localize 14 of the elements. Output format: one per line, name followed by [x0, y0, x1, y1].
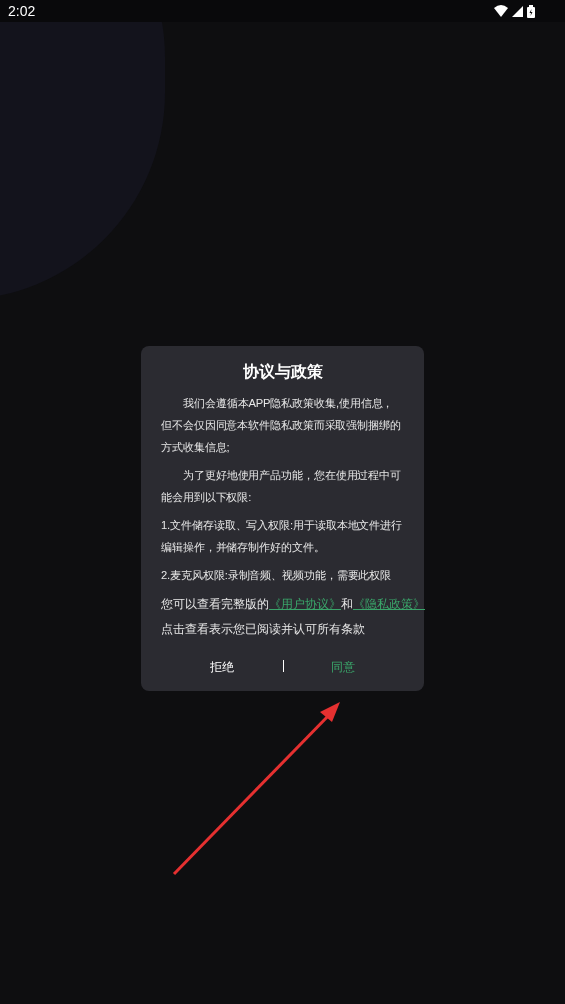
policy-paragraph: 为了更好地使用产品功能，您在使用过程中可能会用到以下权限: — [161, 468, 402, 505]
dialog-title: 协议与政策 — [241, 362, 324, 382]
user-agreement-link[interactable]: 《用户协议》 — [269, 598, 341, 610]
wifi-icon — [494, 5, 508, 17]
battery-icon — [527, 4, 535, 18]
policy-paragraph: 1.文件储存读取、写入权限:用于读取本地文件进行编辑操作，并储存制作好的文件。 — [161, 518, 404, 555]
privacy-policy-link[interactable]: 《隐私政策》 — [353, 598, 425, 610]
consent-note: 点击查看表示您已阅读并认可所有条款 — [161, 622, 366, 637]
policy-paragraph: 2.麦克风权限:录制音频、视频功能，需要此权限 — [161, 568, 393, 583]
signal-icon — [512, 5, 523, 17]
agree-button[interactable]: 同意 — [325, 654, 362, 680]
status-time: 2:02 — [8, 1, 36, 21]
decline-button[interactable]: 拒绝 — [203, 654, 240, 680]
policy-paragraph: 我们会遵循本APP隐私政策收集,使用信息，但不会仅因同意本软件隐私政策而采取强制捆绑的方式收集信息; — [161, 396, 402, 455]
